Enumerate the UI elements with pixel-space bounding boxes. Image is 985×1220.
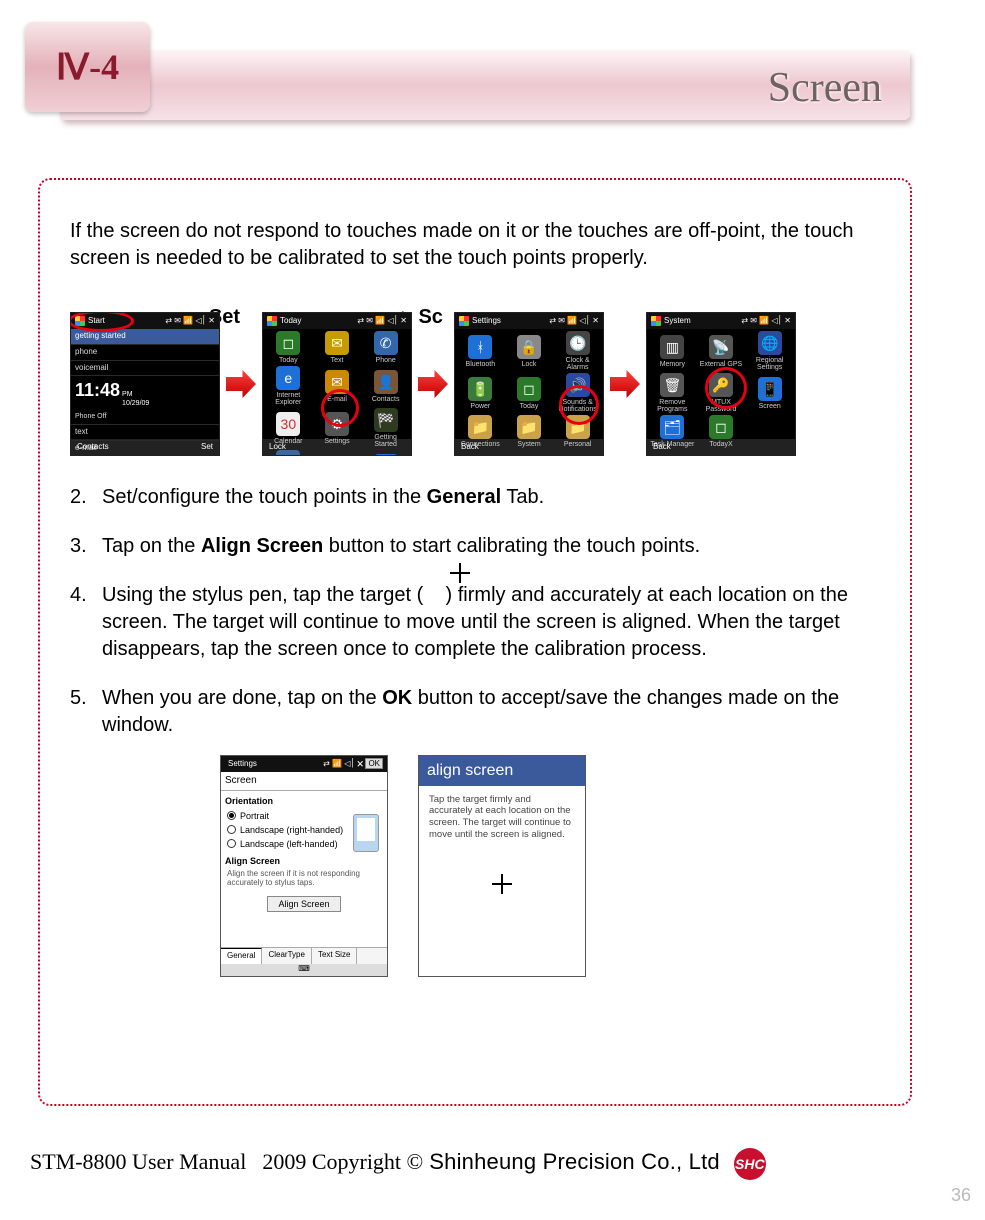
- content-box: If the screen do not respond to touches …: [38, 178, 912, 1106]
- app-icon: 🔊Sounds & Notifications: [554, 373, 601, 413]
- page-title: Screen: [768, 64, 882, 112]
- screenshot-settings: Settings ⇄ ✉ 📶 ◁׀ ✕ ᚼBluetooth🔒Lock🕒Cloc…: [454, 312, 604, 456]
- app-icon: 🔒Lock: [506, 331, 553, 371]
- step-5: 5. When you are done, tap on the OK butt…: [102, 685, 880, 739]
- windows-flag-icon: [267, 316, 277, 326]
- app-icon: ◻Today: [506, 373, 553, 413]
- arrow-icon: [418, 370, 448, 398]
- app-icon: ◻TodayX: [698, 415, 745, 448]
- app-icon: 📁Personal: [554, 415, 601, 448]
- app-icon: ▥Memory: [649, 331, 696, 371]
- copyright: 2009 Copyright ©: [262, 1149, 423, 1175]
- page-number: 36: [951, 1185, 971, 1206]
- keyboard-icon: ⌨: [221, 964, 387, 976]
- arrow-icon: [226, 370, 256, 398]
- step-2: 2. Set/configure the touch points in the…: [102, 484, 880, 511]
- app-icon: 👤Contacts: [362, 366, 409, 406]
- app-icon: 🔋Power: [457, 373, 504, 413]
- app-icon: ✆Phone: [362, 331, 409, 364]
- app-icon: [314, 450, 361, 456]
- app-icon: ✉Text: [314, 331, 361, 364]
- app-icon: 🔑MTUX Password: [698, 373, 745, 413]
- section-tab: Ⅳ-4: [25, 22, 150, 112]
- app-icon: ◻Today: [265, 331, 312, 364]
- screenshot-home: Start ⇄ ✉ 📶 ◁׀ ✕ getting started phone v…: [70, 312, 220, 456]
- windows-flag-icon: [651, 316, 661, 326]
- screenshot-screen-settings: Settings ⇄ 📶 ◁׀ 🗙 OK Screen Orientation …: [220, 755, 388, 977]
- app-icon: 🛍Marketplace: [362, 450, 409, 456]
- app-icon: 📁System: [506, 415, 553, 448]
- arrow-icon: [610, 370, 640, 398]
- company-name: Shinheung Precision Co., Ltd: [429, 1149, 720, 1175]
- target-cross-icon: [492, 874, 512, 894]
- step-4: 4. Using the stylus pen, tap the target …: [102, 582, 880, 663]
- windows-flag-icon: [459, 316, 469, 326]
- app-icon: eInternet Explorer: [265, 366, 312, 406]
- manual-name: STM-8800 User Manual: [30, 1149, 246, 1175]
- windows-flag-icon: [75, 316, 85, 326]
- app-icon: ᚼBluetooth: [457, 331, 504, 371]
- screenshot-apps: Today ⇄ ✉ 📶 ◁׀ ✕ ◻Today✉Text✆PhoneeInter…: [262, 312, 412, 456]
- footer: STM-8800 User Manual 2009 Copyright © Sh…: [30, 1148, 950, 1180]
- app-icon: 📡External GPS: [698, 331, 745, 371]
- app-icon: 🏁Getting Started: [362, 408, 409, 448]
- phone-icon: [353, 814, 379, 852]
- app-icon: 🗑Remove Programs: [649, 373, 696, 413]
- page-title-banner: Screen: [60, 50, 910, 120]
- step-3: 3. Tap on the Align Screen button to sta…: [102, 533, 880, 560]
- shc-logo-icon: SHC: [734, 1148, 766, 1180]
- section-number: Ⅳ-4: [56, 46, 119, 88]
- app-icon: 🌐Regional Settings: [746, 331, 793, 371]
- navigation-sequence: Set > Sc Start ⇄ ✉ 📶 ◁׀ ✕ getting starte…: [70, 312, 880, 456]
- screenshot-align-screen: align screen Tap the target firmly and a…: [418, 755, 586, 977]
- app-icon: 📱Screen: [746, 373, 793, 413]
- app-icon: [746, 415, 793, 448]
- app-icon: ✉E-mail: [314, 366, 361, 406]
- app-icon: ⚙Settings: [314, 408, 361, 448]
- app-icon: 🕒Clock & Alarms: [554, 331, 601, 371]
- intro-paragraph: If the screen do not respond to touches …: [70, 218, 880, 272]
- align-screen-button[interactable]: Align Screen: [267, 896, 340, 912]
- screenshot-system: System ⇄ ✉ 📶 ◁׀ ✕ ▥Memory📡External GPS🌐R…: [646, 312, 796, 456]
- target-cross-icon: [450, 563, 470, 583]
